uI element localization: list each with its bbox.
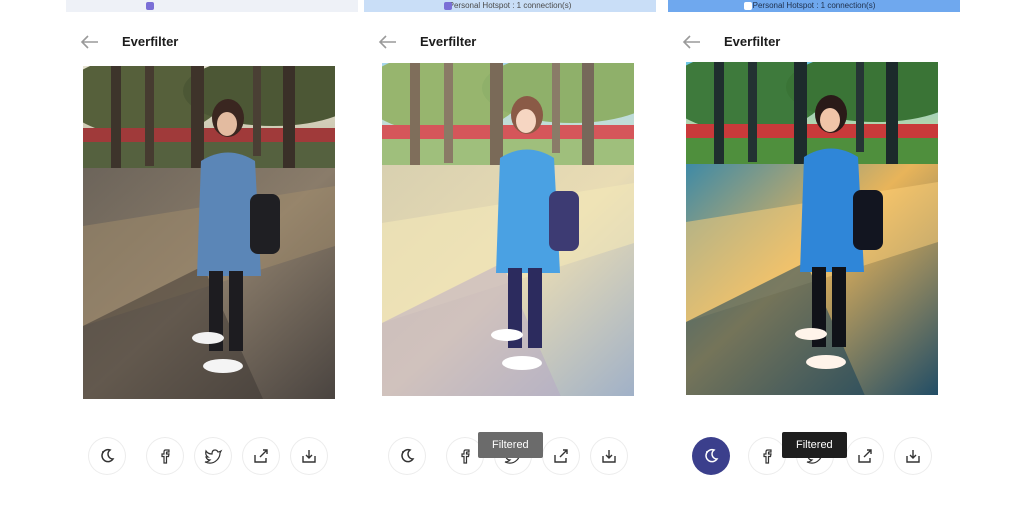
filtered-toast: Filtered (478, 432, 543, 458)
download-button[interactable] (894, 437, 932, 475)
status-text: Personal Hotspot : 1 connection(s) (448, 1, 572, 10)
download-button[interactable] (290, 437, 328, 475)
twitter-button[interactable] (194, 437, 232, 475)
status-bar: Personal Hotspot : 1 connection(s) (364, 0, 656, 12)
status-bar (66, 0, 358, 12)
app-bar: Everfilter (66, 28, 358, 56)
app-title: Everfilter (420, 34, 477, 49)
share-icon (254, 449, 268, 463)
action-bar (66, 437, 358, 477)
status-icon (444, 2, 452, 10)
download-icon (602, 450, 616, 463)
share-icon (858, 449, 872, 463)
filter-button[interactable] (88, 437, 126, 475)
status-icon (744, 2, 752, 10)
download-button[interactable] (590, 437, 628, 475)
share-icon (554, 449, 568, 463)
photo-preview (83, 66, 335, 399)
back-arrow-icon[interactable] (680, 32, 702, 52)
photo-preview (686, 62, 938, 395)
facebook-icon (763, 449, 772, 464)
status-icon (146, 2, 154, 10)
facebook-button[interactable] (748, 437, 786, 475)
phone-screen-vivid: Personal Hotspot : 1 connection(s) Everf… (668, 0, 960, 512)
app-bar: Everfilter (364, 28, 656, 56)
app-title: Everfilter (122, 34, 179, 49)
filter-icon (705, 448, 719, 463)
phone-screen-original: Everfilter (66, 0, 358, 512)
filter-icon (401, 448, 415, 463)
filter-button[interactable] (388, 437, 426, 475)
share-button[interactable] (242, 437, 280, 475)
phone-screen-pastel: Personal Hotspot : 1 connection(s) Everf… (364, 0, 656, 512)
share-button[interactable] (542, 437, 580, 475)
download-icon (906, 450, 920, 463)
filter-button[interactable] (692, 437, 730, 475)
facebook-icon (461, 449, 470, 464)
photo-preview (382, 63, 634, 396)
app-bar: Everfilter (668, 28, 960, 56)
facebook-icon (161, 449, 170, 464)
twitter-icon (204, 449, 223, 464)
app-title: Everfilter (724, 34, 781, 49)
facebook-button[interactable] (146, 437, 184, 475)
download-icon (302, 450, 316, 463)
share-button[interactable] (846, 437, 884, 475)
filtered-toast: Filtered (782, 432, 847, 458)
filter-icon (101, 448, 115, 463)
status-bar: Personal Hotspot : 1 connection(s) (668, 0, 960, 12)
back-arrow-icon[interactable] (78, 32, 100, 52)
status-text: Personal Hotspot : 1 connection(s) (752, 1, 876, 10)
back-arrow-icon[interactable] (376, 32, 398, 52)
